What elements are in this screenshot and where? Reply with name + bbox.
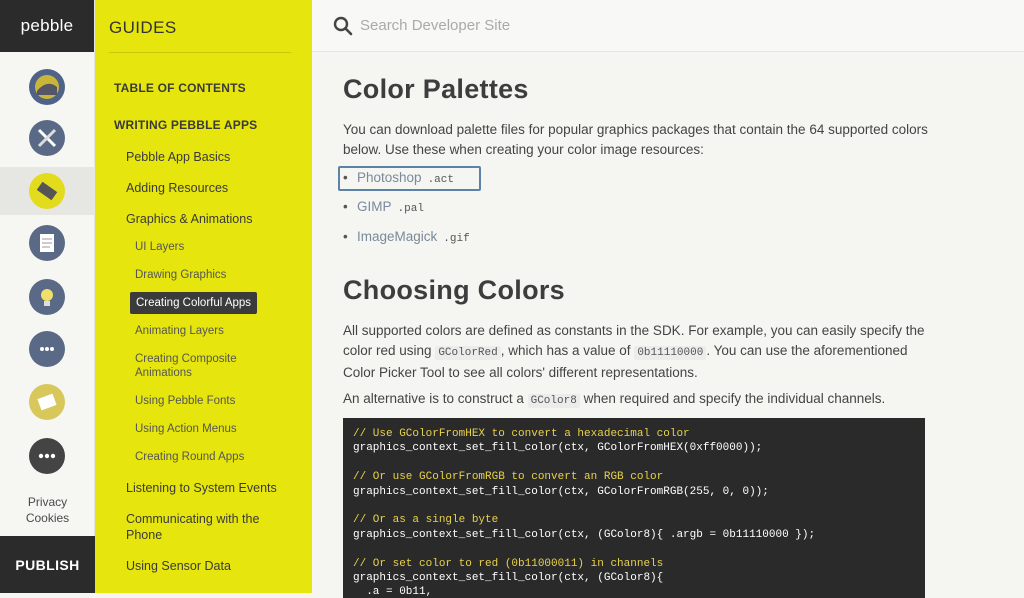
nav-adding-resources[interactable]: Adding Resources [126,181,228,195]
nav-animations[interactable]: Animations [135,367,192,379]
code-line: graphics_context_set_fill_color(ctx, (GC… [353,528,816,541]
nav-listening-system-events[interactable]: Listening to System Events [126,481,277,495]
pebble-logo[interactable]: pebble [0,0,94,52]
nav-using-action-menus[interactable]: Using Action Menus [135,423,237,435]
code-comment-line: // Or use GColorFromRGB to convert an RG… [353,471,664,484]
nav-creating-composite[interactable]: Creating Composite [135,353,237,365]
download-photoshop[interactable]: • Photoshop .act [343,170,454,186]
envelope-icon[interactable] [29,384,65,420]
intro-paragraph: You can download palette files for popul… [343,122,928,157]
code-line: graphics_context_set_fill_color(ctx, (GC… [353,572,664,585]
publish-button[interactable]: PUBLISH [0,536,95,593]
nav-pebble-app-basics[interactable]: Pebble App Basics [126,150,230,164]
nav-using-pebble-fonts[interactable]: Using Pebble Fonts [135,395,235,407]
code-line: graphics_context_set_fill_color(ctx, GCo… [353,485,769,498]
search-icon [333,16,353,36]
code-line: graphics_context_set_fill_color(ctx, GCo… [353,442,763,455]
chat-icon[interactable] [29,331,65,367]
eraser-icon[interactable] [29,173,65,209]
code-line: .a = 0b11, [353,586,433,598]
download-label[interactable]: ImageMagick [357,229,437,244]
text: when required and specify the individual… [579,391,886,406]
text: , which has a value of [500,343,635,358]
nav-phone[interactable]: Phone [126,528,162,542]
code-comment-line: // Or set color to red (0b11000011) in c… [353,557,664,570]
search-bar[interactable]: Search Developer Site [312,0,1024,52]
download-ext: .gif [443,233,470,245]
code-comment-line: // Use GColorFromHEX to convert a hexade… [353,428,690,440]
watchface-icon[interactable] [29,69,65,105]
main-content: Search Developer Site Color Palettes You… [312,0,1024,598]
nav-using-sensor-data[interactable]: Using Sensor Data [126,559,231,573]
download-ext: .pal [397,203,424,215]
paragraph-constants: All supported colors are defined as cons… [343,321,943,383]
download-label[interactable]: GIMP [357,199,392,214]
code-gcolor8: GColor8 [527,394,580,408]
heading-choosing-colors: Choosing Colors [343,275,565,305]
search-input[interactable]: Search Developer Site [360,17,510,34]
divider [109,52,291,53]
guides-nav: GUIDES TABLE OF CONTENTS WRITING PEBBLE … [95,0,312,593]
download-imagemagick[interactable]: • ImageMagick .gif [343,229,470,245]
nav-table-of-contents[interactable]: TABLE OF CONTENTS [114,81,246,95]
code-binary-value: 0b11110000 [634,346,707,360]
more-icon[interactable] [29,438,65,474]
heading-color-palettes: Color Palettes [343,74,529,104]
lightbulb-icon[interactable] [29,279,65,315]
nav-creating-round-apps[interactable]: Creating Round Apps [135,451,244,463]
code-comment-line: // Or as a single byte [353,514,499,527]
nav-ui-layers[interactable]: UI Layers [135,241,184,253]
nav-graphics-animations[interactable]: Graphics & Animations [126,212,252,226]
nav-communicating-phone[interactable]: Communicating with the [126,512,259,526]
text: An alternative is to construct a [343,391,528,406]
document-icon[interactable] [29,225,65,261]
nav-drawing-graphics[interactable]: Drawing Graphics [135,269,226,281]
code-gcolorred: GColorRed [435,346,501,360]
left-rail: pebble Privacy Cookies PUBLISH [0,0,95,593]
cookies-link[interactable]: Cookies [0,511,95,525]
privacy-link[interactable]: Privacy [0,495,95,509]
nav-creating-colorful-apps[interactable]: Creating Colorful Apps [130,292,258,314]
nav-writing-pebble-apps[interactable]: WRITING PEBBLE APPS [114,118,257,132]
tools-icon[interactable] [29,120,65,156]
download-ext: .act [427,174,454,186]
paragraph-gcolor8: An alternative is to construct a GColor8… [343,389,943,411]
code-block: // Use GColorFromHEX to convert a hexade… [343,418,925,598]
nav-animating-layers[interactable]: Animating Layers [135,325,224,337]
guides-title: GUIDES [109,18,177,37]
download-gimp[interactable]: • GIMP .pal [343,199,424,215]
download-label[interactable]: Photoshop [357,170,422,185]
